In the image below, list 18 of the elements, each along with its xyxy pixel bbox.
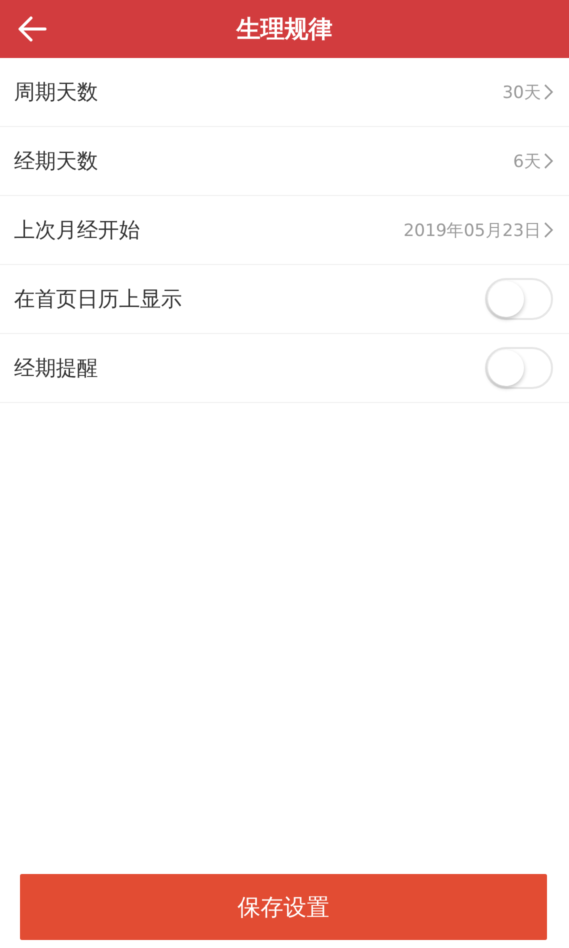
settings-row[interactable]: 经期天数 6天 [0, 127, 569, 196]
toggle-switch[interactable] [485, 278, 553, 320]
settings-row[interactable]: 上次月经开始 2019年05月23日 [0, 196, 569, 265]
row-label: 在首页日历上显示 [14, 286, 182, 313]
settings-row[interactable]: 在首页日历上显示 [0, 265, 569, 334]
chevron-icon [544, 222, 553, 238]
row-label: 经期提醒 [14, 355, 98, 382]
chevron-icon [544, 153, 553, 169]
row-label: 经期天数 [14, 148, 98, 175]
save-button[interactable]: 保存设置 [20, 874, 547, 940]
page-title: 生理规律 [236, 14, 332, 45]
back-arrow-icon [17, 16, 47, 42]
settings-row[interactable]: 周期天数 30天 [0, 58, 569, 127]
chevron-icon [544, 84, 553, 100]
row-label: 周期天数 [14, 79, 98, 106]
row-label: 上次月经开始 [14, 217, 140, 244]
toggle-switch[interactable] [485, 347, 553, 389]
settings-row[interactable]: 经期提醒 [0, 334, 569, 403]
